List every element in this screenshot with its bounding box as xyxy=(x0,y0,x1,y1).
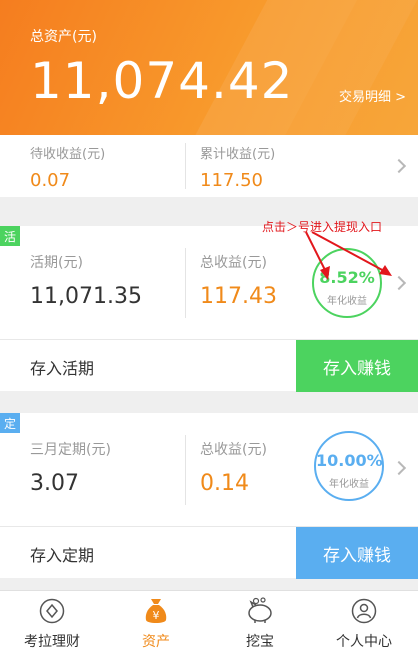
fixed-earn-button[interactable]: 存入赚钱 xyxy=(296,527,418,579)
fixed-deposit-card: 定 三月定期(元) 3.07 总收益(元) 0.14 10.00% 年化收益 存… xyxy=(0,413,418,579)
fixed-rate-label: 年化收益 xyxy=(329,479,369,490)
fixed-principal-value: 3.07 xyxy=(30,471,79,496)
deposit-current-button[interactable]: 存入活期 xyxy=(30,355,94,379)
money-bag-icon: ¥ xyxy=(145,599,167,623)
total-assets-value: 11,074.42 xyxy=(30,52,294,110)
piggy-bank-icon xyxy=(248,597,272,623)
diamond-icon xyxy=(39,598,65,624)
fixed-badge: 定 xyxy=(0,413,20,433)
current-deposit-card: 活 活期(元) 11,071.35 总收益(元) 117.43 8.52% 年化… xyxy=(0,226,418,392)
bottom-tab-bar: 考拉理财 ¥ 资产 挖宝 个人中心 xyxy=(0,590,418,654)
current-earnings-label: 总收益(元) xyxy=(200,255,267,271)
divider xyxy=(185,435,186,505)
annotation-text: 点击＞号进入提现入口 xyxy=(262,220,383,234)
current-principal-label: 活期(元) xyxy=(30,255,83,271)
fixed-rate-ring: 10.00% 年化收益 xyxy=(314,431,384,501)
asset-header: 总资产(元) 11,074.42 交易明细 > xyxy=(0,0,418,135)
cumulative-earnings-value: 117.50 xyxy=(200,170,263,191)
tab-profile[interactable]: 个人中心 xyxy=(312,591,416,654)
pending-earnings-label: 待收收益(元) xyxy=(30,147,106,162)
transaction-details-link[interactable]: 交易明细 > xyxy=(339,86,406,105)
fixed-earnings-value: 0.14 xyxy=(200,471,249,496)
tab-label: 资产 xyxy=(142,634,170,650)
fixed-principal-label: 三月定期(元) xyxy=(30,442,111,458)
earnings-summary[interactable]: 待收收益(元) 0.07 累计收益(元) 117.50 xyxy=(0,135,418,197)
chevron-right-icon[interactable] xyxy=(391,460,407,476)
fixed-annual-rate: 10.00% xyxy=(316,451,383,470)
current-rate-label: 年化收益 xyxy=(327,296,367,307)
chevron-right-icon[interactable] xyxy=(391,158,407,174)
tab-label: 挖宝 xyxy=(246,634,274,650)
tab-label: 考拉理财 xyxy=(24,634,80,650)
deposit-fixed-button[interactable]: 存入定期 xyxy=(30,542,94,566)
tab-koala-finance[interactable]: 考拉理财 xyxy=(0,591,104,654)
tab-assets[interactable]: ¥ 资产 xyxy=(104,591,208,654)
fixed-earnings-label: 总收益(元) xyxy=(200,442,267,458)
current-principal-value: 11,071.35 xyxy=(30,284,142,309)
chevron-right-icon[interactable] xyxy=(391,275,407,291)
svg-text:¥: ¥ xyxy=(153,609,160,622)
tab-treasure[interactable]: 挖宝 xyxy=(208,591,312,654)
fixed-action-row: 存入定期 存入赚钱 xyxy=(0,526,418,579)
total-assets-label: 总资产(元) xyxy=(30,29,97,45)
cumulative-earnings-label: 累计收益(元) xyxy=(200,147,276,162)
current-badge: 活 xyxy=(0,226,20,246)
current-rate-ring: 8.52% 年化收益 xyxy=(312,248,382,318)
pending-earnings-value: 0.07 xyxy=(30,170,71,191)
cumulative-earnings: 累计收益(元) 117.50 xyxy=(200,143,275,191)
current-earnings-value: 117.43 xyxy=(200,284,277,309)
divider xyxy=(185,248,186,318)
current-action-row: 存入活期 存入赚钱 xyxy=(0,339,418,392)
current-earn-button[interactable]: 存入赚钱 xyxy=(296,340,418,392)
divider xyxy=(185,143,186,189)
person-icon xyxy=(351,598,377,624)
current-annual-rate: 8.52% xyxy=(319,268,375,287)
tab-label: 个人中心 xyxy=(336,634,392,650)
pending-earnings: 待收收益(元) 0.07 xyxy=(30,143,105,191)
